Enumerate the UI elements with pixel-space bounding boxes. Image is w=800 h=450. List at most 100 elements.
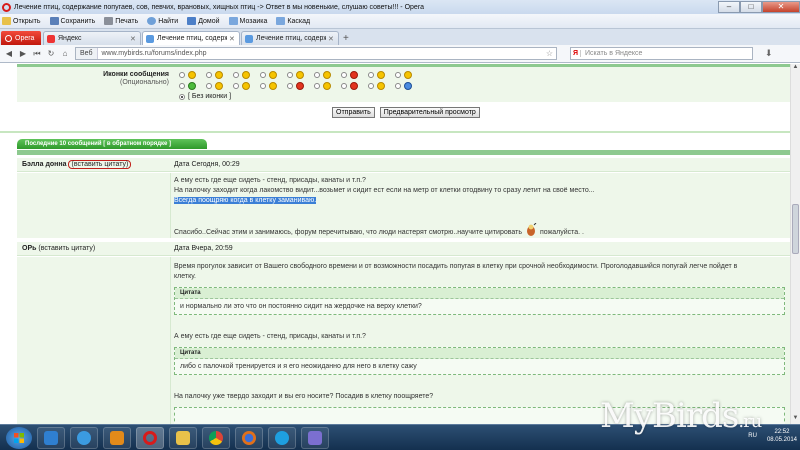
no-icon-label: [ Без иконки ]	[188, 93, 232, 100]
minimize-button[interactable]: –	[718, 1, 740, 13]
post-author: ОРь (вставить цитату)	[22, 245, 96, 252]
yandex-search-icon: Я	[571, 50, 581, 57]
firefox-icon	[242, 430, 256, 445]
skype-icon	[275, 430, 289, 445]
icon-radio[interactable]	[260, 71, 266, 78]
reload-icon[interactable]: ↻	[45, 49, 57, 58]
tab-yandex[interactable]: Яндекс ✕	[43, 31, 141, 45]
icon-row	[179, 80, 429, 91]
icon-row: [ Без иконки ]	[179, 91, 429, 102]
icon-radio[interactable]	[341, 82, 347, 89]
post-text-selected: Всегда поощряю когда в клетку заманиваю.	[174, 197, 317, 204]
rewind-icon[interactable]: ⏮	[31, 49, 43, 59]
tab-forum-2[interactable]: Лечение птиц, содерж... ✕	[241, 31, 339, 45]
clock[interactable]: 22:52 08.05.2014	[767, 428, 797, 444]
taskbar-paint[interactable]	[301, 426, 329, 449]
open-button[interactable]: Открыть	[2, 17, 41, 25]
scroll-thumb[interactable]	[792, 204, 799, 254]
icon-radio[interactable]	[233, 82, 239, 89]
tab-active-forum[interactable]: Лечение птиц, содерж... ✕	[142, 31, 240, 45]
explorer-icon	[44, 430, 58, 445]
tab-close-icon[interactable]: ✕	[229, 35, 236, 43]
last-messages-header: Последние 10 сообщений [ в обратном поря…	[17, 139, 207, 149]
back-icon[interactable]: ◀	[3, 49, 15, 58]
ie-icon	[77, 430, 91, 445]
icon-radio[interactable]	[179, 71, 185, 78]
icon-radio[interactable]	[314, 82, 320, 89]
message-icons-panel: Иконки сообщения (Опционально) [Без ико…	[17, 67, 790, 102]
clock-date: 08.05.2014	[766, 437, 797, 443]
taskbar-explorer[interactable]	[37, 426, 65, 449]
folder-icon	[176, 430, 190, 445]
close-button[interactable]: ✕	[762, 1, 800, 13]
post-text: клетку.	[174, 273, 196, 280]
icon-radio[interactable]	[233, 71, 239, 78]
submit-button[interactable]: Отправить	[332, 107, 375, 118]
angry-icon	[350, 70, 358, 79]
taskbar-folder[interactable]	[169, 426, 197, 449]
icon-radio[interactable]	[206, 82, 212, 89]
scroll-down-icon[interactable]: ▼	[791, 415, 800, 424]
taskbar-ie[interactable]	[70, 426, 98, 449]
icon-radio[interactable]	[341, 71, 347, 78]
bookmark-star-icon[interactable]: ☆	[546, 49, 556, 58]
post-body: А ему есть где еще сидеть - стенд, приса…	[17, 173, 790, 238]
icon-radio[interactable]	[260, 82, 266, 89]
save-button[interactable]: Сохранить	[49, 17, 95, 25]
extensions-icon[interactable]: ⬇	[765, 48, 773, 59]
heart-icon	[350, 81, 358, 90]
start-button[interactable]	[6, 426, 32, 449]
no-icon-radio[interactable]	[179, 93, 185, 100]
post-text: А ему есть где еще сидеть - стенд, приса…	[174, 333, 366, 340]
preview-button[interactable]: Предварительный просмотр	[379, 107, 480, 118]
icon-radio[interactable]	[287, 71, 293, 78]
mybirds-watermark: MyBirds.ru	[600, 396, 762, 436]
tile-icon	[228, 17, 238, 25]
taskbar-chrome[interactable]	[202, 426, 230, 449]
home-nav-icon[interactable]: ⌂	[59, 49, 71, 58]
icon-radio[interactable]	[395, 82, 401, 89]
cascade-button[interactable]: Каскад	[276, 17, 310, 25]
icon-radio[interactable]	[314, 71, 320, 78]
taskbar-media[interactable]	[103, 426, 131, 449]
maximize-button[interactable]: □	[740, 1, 762, 13]
icon-radio[interactable]	[179, 82, 185, 89]
page-scrollbar[interactable]: ▲ ▼	[790, 64, 800, 424]
search-input[interactable]: Я Искать в Яндексе	[570, 47, 753, 60]
find-icon	[147, 17, 157, 25]
url-text[interactable]: www.mybirds.ru/forums/index.php	[98, 50, 546, 57]
icon-radio[interactable]	[395, 71, 401, 78]
insert-quote-link[interactable]: (вставить цитату)	[38, 245, 95, 252]
quote-block: Цитата либо с палочкой тренируется и я е…	[174, 347, 785, 375]
wink-icon	[215, 70, 223, 79]
scroll-up-icon[interactable]: ▲	[791, 64, 800, 73]
opera-menu-button[interactable]: Opera	[1, 31, 41, 45]
opera-icon	[143, 430, 157, 445]
tab-close-icon[interactable]: ✕	[328, 35, 335, 43]
find-button[interactable]: Найти	[147, 17, 178, 25]
yandex-favicon-icon	[47, 34, 55, 43]
home-button[interactable]: Домой	[187, 17, 220, 25]
new-tab-button[interactable]: +	[343, 33, 349, 44]
taskbar-opera[interactable]	[136, 426, 164, 449]
insert-quote-link[interactable]: (вставить цитату)	[68, 160, 132, 169]
site-info-badge[interactable]: Веб	[76, 48, 98, 59]
tab-close-icon[interactable]: ✕	[130, 35, 137, 43]
url-field[interactable]: Веб www.mybirds.ru/forums/index.php ☆	[75, 47, 557, 60]
quote-text: либо с палочкой тренируется и я его неож…	[180, 363, 417, 370]
print-button[interactable]: Печать	[104, 17, 138, 25]
icon-radio[interactable]	[368, 71, 374, 78]
save-icon	[49, 17, 59, 25]
icon-radio[interactable]	[206, 71, 212, 78]
grin-icon	[242, 70, 250, 79]
taskbar-skype[interactable]	[268, 426, 296, 449]
post-text: А ему есть где еще сидеть - стенд, приса…	[174, 177, 366, 184]
icon-radio[interactable]	[368, 82, 374, 89]
window-titlebar: Лечение птиц, содержание попугаев, сов, …	[0, 0, 800, 14]
taskbar-firefox[interactable]	[235, 426, 263, 449]
tile-button[interactable]: Мозаика	[228, 17, 267, 25]
post-text: На палочку заходит когда лакомство видит…	[174, 187, 595, 194]
media-icon	[110, 430, 124, 445]
icon-radio[interactable]	[287, 82, 293, 89]
forward-icon[interactable]: ▶	[17, 49, 29, 58]
